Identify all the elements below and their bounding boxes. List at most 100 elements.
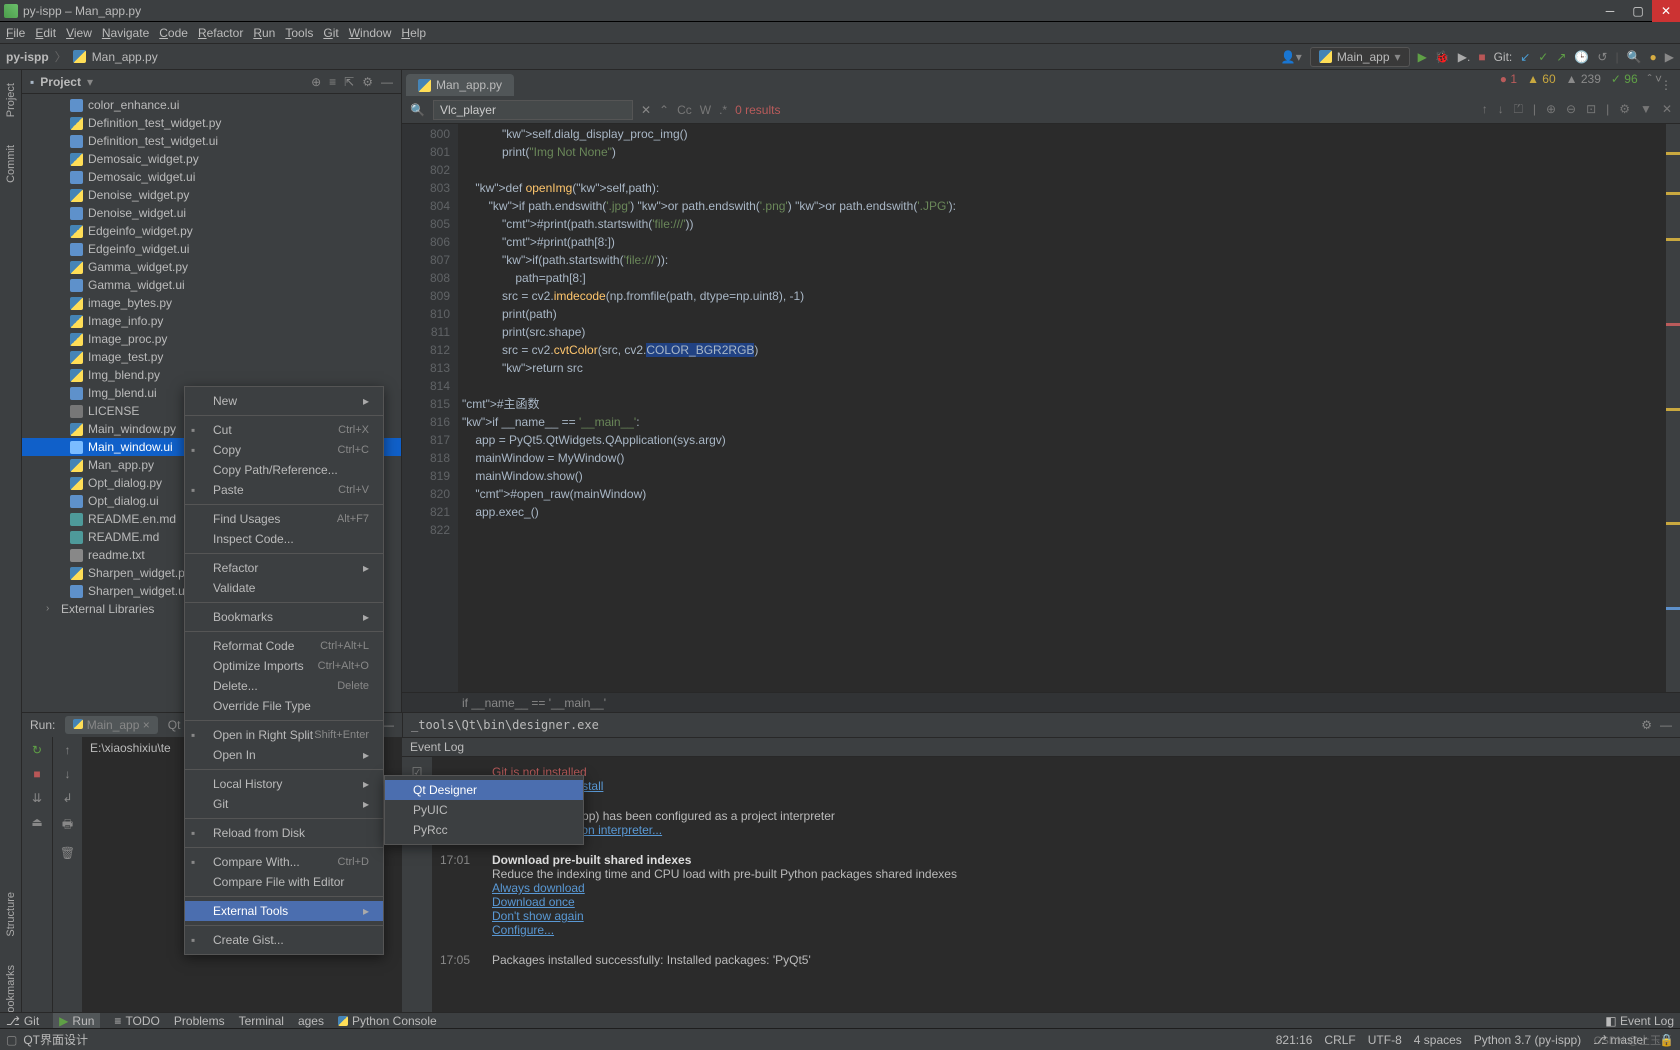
tree-item[interactable]: Image_test.py: [22, 348, 401, 366]
menu-item[interactable]: Inspect Code...: [185, 529, 383, 549]
menu-view[interactable]: View: [66, 26, 92, 40]
expand-icon[interactable]: ≡: [329, 75, 336, 89]
statusbar-icon[interactable]: ▢: [6, 1033, 17, 1047]
inspection-badges[interactable]: ● 1 ▲ 60 ▲ 239 ✓ 96 ˆ ˅: [1500, 72, 1662, 86]
tree-item[interactable]: Edgeinfo_widget.ui: [22, 240, 401, 258]
minimap[interactable]: [1666, 124, 1680, 692]
close-button[interactable]: ✕: [1652, 0, 1680, 22]
pause-icon[interactable]: ⇊: [32, 791, 42, 805]
packages-tab[interactable]: ages: [298, 1014, 324, 1028]
menu-run[interactable]: Run: [253, 26, 275, 40]
menu-item[interactable]: Local History▸: [185, 774, 383, 794]
cursor-pos[interactable]: 821:16: [1276, 1033, 1313, 1047]
debug-button[interactable]: 🐞: [1435, 50, 1450, 64]
event-link[interactable]: Configure...: [492, 923, 554, 937]
tree-item[interactable]: Edgeinfo_widget.py: [22, 222, 401, 240]
tree-item[interactable]: Definition_test_widget.ui: [22, 132, 401, 150]
findbar-close-icon[interactable]: ✕: [1662, 102, 1672, 117]
run-config-select[interactable]: Main_app ▾: [1310, 47, 1410, 67]
event-log-tab[interactable]: ◧ Event Log: [1605, 1014, 1674, 1028]
run-button[interactable]: ▶: [1418, 50, 1427, 64]
tree-item[interactable]: Img_blend.py: [22, 366, 401, 384]
project-tool-button[interactable]: Project: [5, 75, 17, 125]
find-all-icon[interactable]: ⊡: [1586, 102, 1596, 117]
menu-tools[interactable]: Tools: [285, 26, 313, 40]
collapse-icon[interactable]: ⇱: [344, 75, 354, 89]
menu-item[interactable]: Open In▸: [185, 745, 383, 765]
tree-item[interactable]: Definition_test_widget.py: [22, 114, 401, 132]
menu-item[interactable]: Copy Path/Reference...: [185, 460, 383, 480]
menu-item[interactable]: Git▸: [185, 794, 383, 814]
menu-item[interactable]: Delete...Delete: [185, 676, 383, 696]
wrap-icon[interactable]: ↲: [62, 791, 72, 805]
menu-help[interactable]: Help: [401, 26, 426, 40]
eventlog-settings-icon[interactable]: ⚙: [1641, 718, 1652, 732]
run-tab[interactable]: Main_app ×: [65, 716, 157, 734]
menu-item[interactable]: Validate: [185, 578, 383, 598]
menu-item[interactable]: Optimize ImportsCtrl+Alt+O: [185, 656, 383, 676]
ide-update-icon[interactable]: ●: [1650, 50, 1657, 64]
menu-file[interactable]: File: [6, 26, 25, 40]
up-icon[interactable]: ↑: [65, 743, 71, 757]
rerun-icon[interactable]: ↻: [32, 743, 42, 757]
git-rollback-icon[interactable]: ↺: [1597, 50, 1607, 64]
maximize-button[interactable]: ▢: [1624, 0, 1652, 22]
problems-tab[interactable]: Problems: [174, 1014, 225, 1028]
minimize-button[interactable]: ─: [1596, 0, 1624, 22]
run-coverage-button[interactable]: ▶.: [1458, 50, 1471, 64]
event-log-list[interactable]: Git is not installedDownload and Install…: [432, 757, 1680, 1012]
submenu-item[interactable]: PyUIC: [385, 800, 583, 820]
menu-item[interactable]: Refactor▸: [185, 558, 383, 578]
menu-window[interactable]: Window: [349, 26, 392, 40]
menu-item[interactable]: ▪Open in Right SplitShift+Enter: [185, 725, 383, 745]
submenu-item[interactable]: Qt Designer: [385, 780, 583, 800]
event-link[interactable]: Download once: [492, 895, 575, 909]
find-input[interactable]: [433, 100, 633, 120]
find-prev-icon[interactable]: ↑: [1482, 102, 1488, 117]
settings-icon[interactable]: ⚙: [362, 75, 373, 89]
find-remove-icon[interactable]: ⊖: [1566, 102, 1576, 117]
menu-item[interactable]: ▪Compare With...Ctrl+D: [185, 852, 383, 872]
tree-item[interactable]: Demosaic_widget.py: [22, 150, 401, 168]
event-link[interactable]: Don't show again: [492, 909, 584, 923]
breadcrumb-project[interactable]: py-ispp: [6, 50, 49, 64]
commit-tool-button[interactable]: Commit: [5, 137, 17, 191]
menu-item[interactable]: External Tools▸: [185, 901, 383, 921]
editor-tab[interactable]: Man_app.py: [406, 74, 514, 96]
context-menu[interactable]: New▸ ▪CutCtrl+X▪CopyCtrl+CCopy Path/Refer…: [184, 386, 384, 955]
structure-tool-button[interactable]: Structure: [5, 884, 17, 945]
stop-icon[interactable]: ■: [33, 767, 40, 781]
find-add-icon[interactable]: ⊕: [1546, 102, 1556, 117]
git-history-icon[interactable]: 🕒: [1574, 50, 1589, 64]
tree-item[interactable]: Denoise_widget.py: [22, 186, 401, 204]
tree-item[interactable]: Image_info.py: [22, 312, 401, 330]
menu-refactor[interactable]: Refactor: [198, 26, 243, 40]
menu-item[interactable]: ▪CopyCtrl+C: [185, 440, 383, 460]
down-icon[interactable]: ↓: [65, 767, 71, 781]
locate-icon[interactable]: ⊕: [311, 75, 321, 89]
trash-icon[interactable]: 🗑: [60, 846, 75, 860]
menu-item[interactable]: Reformat CodeCtrl+Alt+L: [185, 636, 383, 656]
interpreter[interactable]: Python 3.7 (py-ispp): [1474, 1033, 1581, 1047]
console-tab[interactable]: Python Console: [338, 1014, 437, 1028]
menu-item[interactable]: Override File Type: [185, 696, 383, 716]
git-tab[interactable]: ⎇ Git: [6, 1014, 39, 1028]
menu-item[interactable]: New▸: [185, 391, 383, 411]
find-settings-icon[interactable]: ⚙: [1619, 102, 1630, 117]
menu-item[interactable]: Compare File with Editor: [185, 872, 383, 892]
git-update-icon[interactable]: ↙: [1520, 50, 1530, 64]
run-tab-qt[interactable]: Qt: [168, 718, 181, 732]
menu-edit[interactable]: Edit: [35, 26, 56, 40]
menu-code[interactable]: Code: [159, 26, 188, 40]
tree-item[interactable]: Gamma_widget.ui: [22, 276, 401, 294]
menu-git[interactable]: Git: [323, 26, 338, 40]
user-icon[interactable]: 👤▾: [1281, 50, 1302, 64]
indent[interactable]: 4 spaces: [1414, 1033, 1462, 1047]
todo-tab[interactable]: ≡ TODO: [114, 1014, 159, 1028]
breadcrumb-file[interactable]: Man_app.py: [92, 50, 158, 64]
git-push-icon[interactable]: ↗: [1556, 50, 1566, 64]
run-tab[interactable]: ▶ Run: [53, 1013, 100, 1029]
terminal-tab[interactable]: Terminal: [239, 1014, 284, 1028]
menu-item[interactable]: ▪CutCtrl+X: [185, 420, 383, 440]
find-close-icon[interactable]: ✕: [641, 103, 651, 117]
